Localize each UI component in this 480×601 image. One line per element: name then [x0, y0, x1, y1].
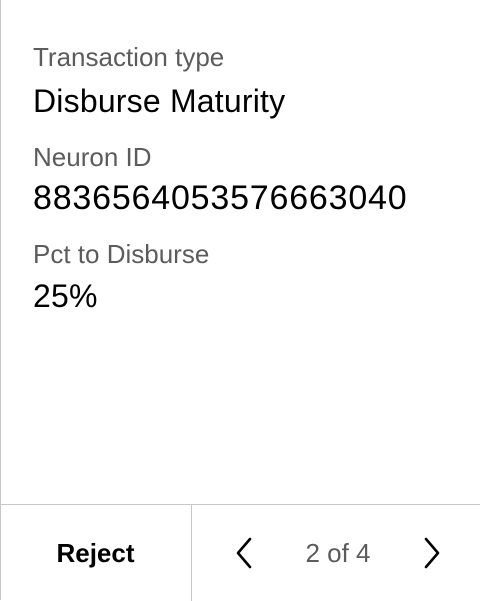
field-value: 8836564053576663040 — [33, 179, 408, 217]
chevron-right-icon[interactable] — [420, 533, 444, 573]
field-value: Disburse Maturity — [33, 83, 286, 119]
chevron-left-icon[interactable] — [232, 533, 256, 573]
field-value: 25% — [33, 278, 98, 314]
footer-bar: Reject 2 of 4 — [0, 504, 480, 601]
reject-button[interactable]: Reject — [0, 505, 192, 601]
field-pct-to-disburse: Pct to Disburse 25% — [33, 237, 453, 315]
pager: 2 of 4 — [192, 505, 480, 601]
transaction-details: Transaction type Disburse Maturity Neuro… — [33, 40, 453, 335]
page-indicator: 2 of 4 — [305, 537, 371, 568]
field-label: Pct to Disburse — [33, 239, 210, 269]
field-transaction-type: Transaction type Disburse Maturity — [33, 40, 453, 120]
field-label: Transaction type — [33, 42, 225, 72]
field-label: Neuron ID — [33, 142, 152, 172]
field-neuron-id: Neuron ID 8836564053576663040 — [33, 140, 453, 217]
